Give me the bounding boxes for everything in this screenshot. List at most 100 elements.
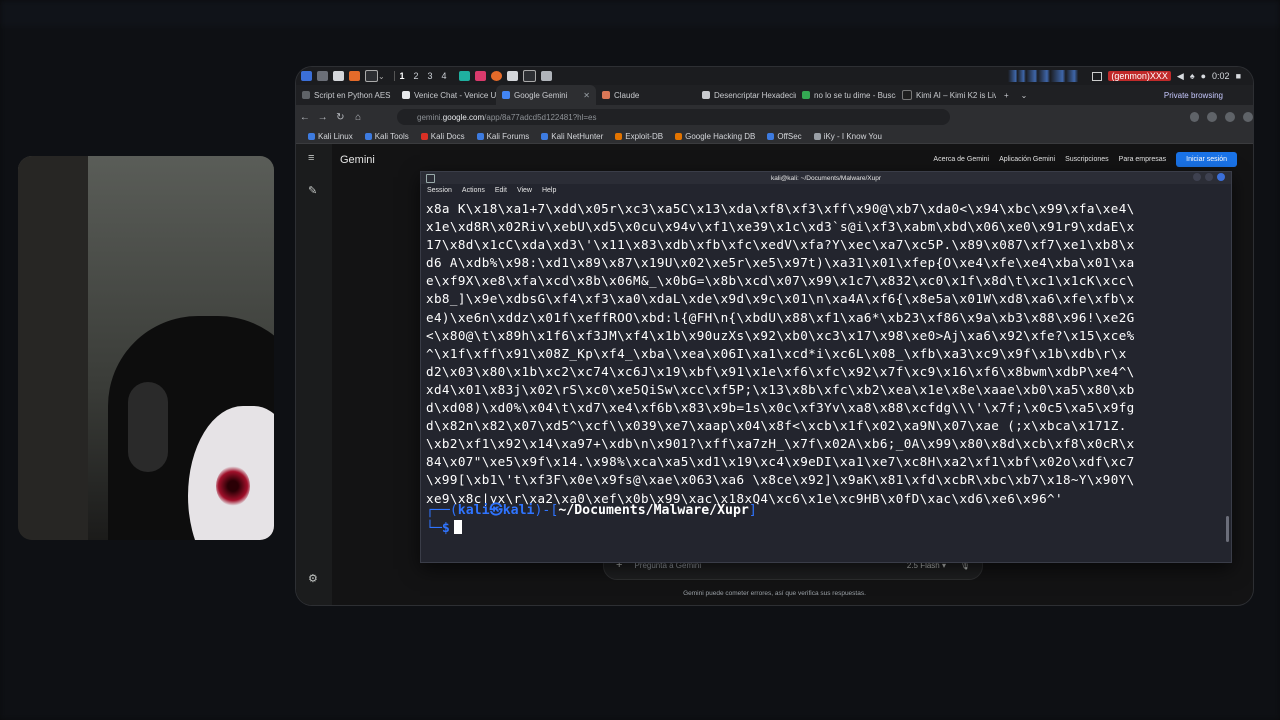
shell-prompt[interactable]: ┌──(kali㉿kali)-[~/Documents/Malware/Xupr… <box>426 502 757 538</box>
chevron-down-icon[interactable]: ⌄ <box>1021 91 1028 100</box>
volume-icon[interactable]: ◀ <box>1177 71 1184 82</box>
menu-view[interactable]: View <box>517 187 532 194</box>
prompt-corner: └─ <box>426 521 442 536</box>
terminal-titlebar[interactable]: kali@kali: ~/Documents/Malware/Xupr <box>421 172 1231 184</box>
nav-gemini-app[interactable]: Aplicación Gemini <box>999 156 1055 163</box>
settings-gear-icon[interactable]: ⚙ <box>308 572 318 585</box>
menu-edit[interactable]: Edit <box>495 187 507 194</box>
nav-for-business[interactable]: Para empresas <box>1119 156 1166 163</box>
headset-icon <box>128 382 168 472</box>
folder-icon[interactable] <box>333 71 344 81</box>
workspace-4[interactable]: 4 <box>437 71 451 81</box>
app-icon-orange[interactable] <box>491 71 502 81</box>
bell-icon[interactable]: ♠ <box>1190 71 1195 81</box>
tab-label: Google Gemini <box>514 90 568 100</box>
webcam-overlay <box>18 156 274 540</box>
menu-help[interactable]: Help <box>542 187 556 194</box>
nav-about-gemini[interactable]: Acerca de Gemini <box>933 156 989 163</box>
bookmark-favicon-icon <box>813 132 821 140</box>
app-icon-pink[interactable] <box>475 71 486 81</box>
gemini-top-nav: Acerca de Gemini Aplicación Gemini Suscr… <box>933 152 1237 167</box>
maximize-icon[interactable] <box>1205 173 1213 181</box>
bookmark-kali-nethunter[interactable]: Kali NetHunter <box>541 132 603 141</box>
bookmark-offsec[interactable]: OffSec <box>767 131 802 141</box>
bookmark-exploit-db[interactable]: Exploit-DB <box>615 132 663 141</box>
bookmark-kali-tools[interactable]: Kali Tools <box>364 131 409 141</box>
back-icon[interactable]: ← <box>296 112 314 123</box>
screenshot-icon[interactable] <box>523 70 536 82</box>
tab-script-python[interactable]: Script en Python AES <box>296 85 396 105</box>
translate-icon[interactable] <box>1207 112 1218 122</box>
new-chat-icon[interactable]: ✎ <box>308 184 317 197</box>
bookmark-label: Kali Forums <box>486 131 530 141</box>
app-icon-doc[interactable] <box>507 71 518 81</box>
terminal-title: kali@kali: ~/Documents/Malware/Xupr <box>770 174 882 182</box>
bookmark-kali-linux[interactable]: Kali Linux <box>308 132 353 141</box>
tab-favicon-icon <box>702 91 710 99</box>
app-icon-teal[interactable] <box>459 71 470 81</box>
bookmark-star-icon[interactable] <box>1225 112 1236 122</box>
top-panel: ⌄ 1 2 3 4 (genmon)XXX ◀ ♠ ● 0:02 ■ <box>296 67 1253 85</box>
bookmark-iky[interactable]: iKy - I Know You <box>813 132 882 141</box>
tab-label: Script en Python AES <box>314 90 391 100</box>
genmon-user-label[interactable]: (genmon)XXX <box>1108 71 1171 81</box>
prompt-bracket: ┌──( <box>426 503 458 518</box>
bookmark-kali-docs[interactable]: Kali Docs <box>420 132 465 141</box>
tab-favicon-icon <box>402 91 410 99</box>
nav-subscriptions[interactable]: Suscripciones <box>1065 156 1109 163</box>
kali-menu-icon[interactable] <box>301 71 312 81</box>
workspace-3[interactable]: 3 <box>423 71 437 81</box>
forward-icon[interactable]: → <box>314 112 332 123</box>
terminal-window[interactable]: kali@kali: ~/Documents/Malware/Xupr Sess… <box>420 171 1232 563</box>
menu-session[interactable]: Session <box>427 187 452 194</box>
bookmark-google-hacking-db[interactable]: Google Hacking DB <box>675 132 755 141</box>
menu-actions[interactable]: Actions <box>462 187 485 194</box>
url-path: /app/8a77adcd5d122481?hl=es <box>484 112 597 122</box>
bookmark-kali-forums[interactable]: Kali Forums <box>476 131 530 141</box>
power-icon[interactable]: ● <box>1201 71 1206 81</box>
url-field[interactable]: gemini. google.com/app/8a77adcd5d122481?h… <box>397 109 950 125</box>
workspace-2[interactable]: 2 <box>409 71 423 81</box>
lock-icon[interactable]: ■ <box>1236 71 1241 81</box>
gemini-brand[interactable]: Gemini <box>340 154 375 166</box>
blurred-taskbar <box>0 0 1280 26</box>
terminal-menubar: Session Actions Edit View Help <box>421 184 1231 196</box>
tab-desencriptar[interactable]: Desencriptar Hexadecim <box>696 85 796 105</box>
firefox-icon[interactable] <box>349 71 360 81</box>
bookmark-favicon-icon <box>364 132 372 140</box>
bookmark-favicon-icon <box>420 132 428 140</box>
bookmark-favicon-icon <box>767 132 775 140</box>
monitor-icon[interactable] <box>1092 71 1103 81</box>
tab-venice[interactable]: Venice Chat - Venice Unc <box>396 85 496 105</box>
extension-icon[interactable] <box>1243 112 1253 122</box>
hamburger-menu-icon[interactable]: ≡ <box>308 152 314 164</box>
terminal-scrollbar[interactable] <box>1226 516 1229 542</box>
tab-favicon-icon <box>802 91 810 99</box>
window-controls <box>1193 173 1225 181</box>
tab-favicon-icon <box>302 91 310 99</box>
tab-close-icon[interactable]: ✕ <box>583 91 590 100</box>
sign-in-button[interactable]: Iniciar sesión <box>1176 152 1237 167</box>
tab-kimi[interactable]: Kimi AI – Kimi K2 is Live <box>896 85 996 105</box>
tab-claude[interactable]: Claude <box>596 85 696 105</box>
tab-favicon-icon <box>502 91 510 99</box>
close-icon[interactable] <box>1217 173 1225 181</box>
app-icon-gray[interactable] <box>541 71 552 81</box>
bookmark-label: Kali Tools <box>374 131 409 141</box>
gemini-disclaimer: Gemini puede cometer errores, así que ve… <box>683 590 866 597</box>
chevron-down-icon[interactable]: ⌄ <box>378 72 388 81</box>
home-icon[interactable]: ⌂ <box>349 112 367 123</box>
bookmark-label: OffSec <box>777 131 802 141</box>
minimize-icon[interactable] <box>1193 173 1201 181</box>
bookmark-favicon-icon <box>308 132 315 140</box>
captured-screen: ⌄ 1 2 3 4 (genmon)XXX ◀ ♠ ● 0:02 ■ Scrip… <box>296 67 1253 605</box>
reader-icon[interactable] <box>1189 112 1200 122</box>
new-tab-icon[interactable]: + <box>1004 91 1009 100</box>
tab-google-gemini[interactable]: Google Gemini ✕ <box>496 85 596 105</box>
reload-icon[interactable]: ↻ <box>332 112 350 123</box>
tab-buscar[interactable]: no lo se tu dime - Buscar <box>796 85 896 105</box>
workspace-1[interactable]: 1 <box>395 71 409 81</box>
desktop-icon[interactable] <box>317 71 328 81</box>
terminal-icon[interactable] <box>365 70 378 82</box>
prompt-user: kali㉿kali <box>457 503 535 518</box>
